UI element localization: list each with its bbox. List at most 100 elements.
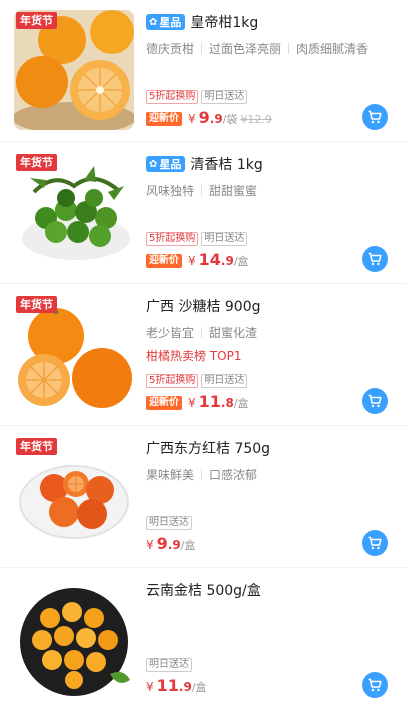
price-row: ¥ 9 .9 /盒 bbox=[146, 534, 195, 553]
festival-tag: 年货节 bbox=[16, 438, 57, 455]
subtitle: 过面色泽亮丽 bbox=[209, 42, 282, 56]
service-badges: 明日送达 bbox=[146, 516, 192, 530]
cart-icon bbox=[368, 394, 382, 408]
next-day-delivery-badge: 明日送达 bbox=[201, 232, 248, 246]
service-badges: 5折起换购 明日送达 bbox=[146, 90, 248, 104]
price-decimal: .9 bbox=[209, 112, 223, 126]
cart-icon bbox=[368, 110, 382, 124]
product-title[interactable]: 广西东方红桔 750g bbox=[146, 438, 270, 458]
cart-icon bbox=[368, 536, 382, 550]
price-integer: 14 bbox=[198, 250, 221, 269]
product-image[interactable]: 年货节 bbox=[14, 436, 134, 556]
price-decimal: .9 bbox=[178, 680, 192, 694]
promo-label: 迎新价 bbox=[146, 254, 182, 268]
subtitle: 德庆贡柑 bbox=[146, 42, 195, 56]
bestseller-rank-link[interactable]: 柑橘热卖榜 TOP1 bbox=[146, 347, 396, 364]
price-decimal: .9 bbox=[220, 254, 234, 268]
product-item-fragrant-kumquat[interactable]: 年货节 ✿ 星品 清香桔 1kg 风味独特 甜甜蜜蜜 5折起换购 明日送达 迎新价 … bbox=[0, 142, 406, 284]
product-subtitles: 老少皆宜 甜蜜化渣 bbox=[146, 324, 396, 341]
product-image[interactable] bbox=[14, 578, 134, 698]
price-row: 迎新价 ¥ 14 .9 /盒 bbox=[146, 250, 249, 270]
divider bbox=[201, 185, 203, 196]
price-integer: 11 bbox=[156, 676, 179, 695]
price-decimal: .9 bbox=[167, 538, 181, 552]
festival-tag: 年货节 bbox=[16, 296, 57, 313]
golden-kumquat-image bbox=[14, 578, 134, 698]
subtitle: 果味鲜美 bbox=[146, 468, 195, 482]
product-info: 广西 沙糖桔 900g 老少皆宜 甜蜜化渣 柑橘热卖榜 TOP1 bbox=[146, 296, 396, 364]
product-info: ✿ 星品 清香桔 1kg 风味独特 甜甜蜜蜜 bbox=[146, 154, 396, 199]
add-to-cart-button[interactable] bbox=[362, 530, 388, 556]
currency-symbol: ¥ bbox=[146, 538, 154, 552]
service-badges: 明日送达 bbox=[146, 658, 192, 672]
price-integer: 9 bbox=[198, 108, 210, 127]
cart-icon bbox=[368, 252, 382, 266]
divider bbox=[288, 43, 290, 54]
next-day-delivery-badge: 明日送达 bbox=[146, 658, 192, 672]
product-subtitles: 德庆贡柑 过面色泽亮丽 肉质细腻清香 bbox=[146, 40, 396, 57]
product-image[interactable]: 年货节 bbox=[14, 10, 134, 130]
service-badges: 5折起换购 明日送达 bbox=[146, 232, 248, 246]
product-subtitles: 果味鲜美 口感浓郁 bbox=[146, 466, 396, 483]
product-image[interactable]: 年货节 bbox=[14, 152, 134, 272]
price-integer: 11 bbox=[198, 392, 221, 411]
promo-label: 迎新价 bbox=[146, 112, 182, 126]
divider bbox=[201, 43, 203, 54]
price-decimal: .8 bbox=[220, 396, 234, 410]
product-info: ✿ 星品 皇帝柑1kg 德庆贡柑 过面色泽亮丽 肉质细腻清香 bbox=[146, 12, 396, 57]
product-title[interactable]: 广西 沙糖桔 900g bbox=[146, 296, 261, 316]
subtitle: 风味独特 bbox=[146, 184, 195, 198]
next-day-delivery-badge: 明日送达 bbox=[146, 516, 192, 530]
product-image[interactable]: 年货节 bbox=[14, 294, 134, 414]
product-subtitles: 风味独特 甜甜蜜蜜 bbox=[146, 182, 396, 199]
product-item-imperial-mandarin[interactable]: 年货节 ✿ 星品 皇帝柑1kg 德庆贡柑 过面色泽亮丽 肉质细腻清香 5折起换购 明日… bbox=[0, 0, 406, 142]
product-title[interactable]: 云南金桔 500g/盒 bbox=[146, 580, 261, 600]
half-price-exchange-badge: 5折起换购 bbox=[146, 90, 199, 104]
product-item-yunnan-kumquat[interactable]: 云南金桔 500g/盒 明日送达 ¥ 11 .9 /盒 bbox=[0, 568, 406, 708]
star-product-badge: ✿ 星品 bbox=[146, 14, 186, 30]
subtitle: 甜甜蜜蜜 bbox=[209, 184, 258, 198]
price-unit: /盒 bbox=[191, 681, 207, 694]
price-unit: /盒 bbox=[180, 539, 196, 552]
star-badge-label: 星品 bbox=[159, 158, 182, 171]
product-info: 广西东方红桔 750g 果味鲜美 口感浓郁 bbox=[146, 438, 396, 483]
add-to-cart-button[interactable] bbox=[362, 672, 388, 698]
product-item-guangxi-red-tangerine[interactable]: 年货节 广西东方红桔 750g 果味鲜美 口感浓郁 明日送达 ¥ 9 .9 /盒 bbox=[0, 426, 406, 568]
subtitle: 口感浓郁 bbox=[209, 468, 258, 482]
currency-symbol: ¥ bbox=[188, 254, 196, 268]
price-row: ¥ 11 .9 /盒 bbox=[146, 676, 207, 695]
festival-tag: 年货节 bbox=[16, 12, 57, 29]
price-unit: /盒 bbox=[233, 255, 249, 268]
festival-tag: 年货节 bbox=[16, 154, 57, 171]
add-to-cart-button[interactable] bbox=[362, 104, 388, 130]
star-product-badge: ✿ 星品 bbox=[146, 156, 186, 172]
service-badges: 5折起换购 明日送达 bbox=[146, 374, 248, 388]
next-day-delivery-badge: 明日送达 bbox=[201, 90, 248, 104]
price-row: 迎新价 ¥ 11 .8 /盒 bbox=[146, 392, 249, 412]
product-item-guangxi-sugar-tangerine[interactable]: 年货节 广西 沙糖桔 900g 老少皆宜 甜蜜化渣 柑橘热卖榜 TOP1 5折起换… bbox=[0, 284, 406, 426]
add-to-cart-button[interactable] bbox=[362, 388, 388, 414]
promo-label: 迎新价 bbox=[146, 396, 182, 410]
flower-icon: ✿ bbox=[149, 158, 158, 170]
subtitle: 甜蜜化渣 bbox=[209, 326, 258, 340]
price-unit: /袋 bbox=[222, 113, 238, 126]
product-list: 年货节 ✿ 星品 皇帝柑1kg 德庆贡柑 过面色泽亮丽 肉质细腻清香 5折起换购 明日… bbox=[0, 0, 406, 708]
currency-symbol: ¥ bbox=[188, 112, 196, 126]
price-row: 迎新价 ¥ 9 .9 /袋 ¥12.9 bbox=[146, 108, 272, 128]
price-unit: /盒 bbox=[233, 397, 249, 410]
divider bbox=[201, 327, 203, 338]
product-info: 云南金桔 500g/盒 bbox=[146, 580, 396, 600]
cart-icon bbox=[368, 678, 382, 692]
subtitle: 肉质细腻清香 bbox=[296, 42, 369, 56]
next-day-delivery-badge: 明日送达 bbox=[201, 374, 248, 388]
product-title[interactable]: 皇帝柑1kg bbox=[190, 12, 258, 32]
product-title[interactable]: 清香桔 1kg bbox=[190, 154, 262, 174]
subtitle: 老少皆宜 bbox=[146, 326, 195, 340]
currency-symbol: ¥ bbox=[188, 396, 196, 410]
divider bbox=[201, 469, 203, 480]
half-price-exchange-badge: 5折起换购 bbox=[146, 232, 199, 246]
price-integer: 9 bbox=[156, 534, 168, 553]
currency-symbol: ¥ bbox=[146, 680, 154, 694]
add-to-cart-button[interactable] bbox=[362, 246, 388, 272]
star-badge-label: 星品 bbox=[159, 16, 182, 29]
